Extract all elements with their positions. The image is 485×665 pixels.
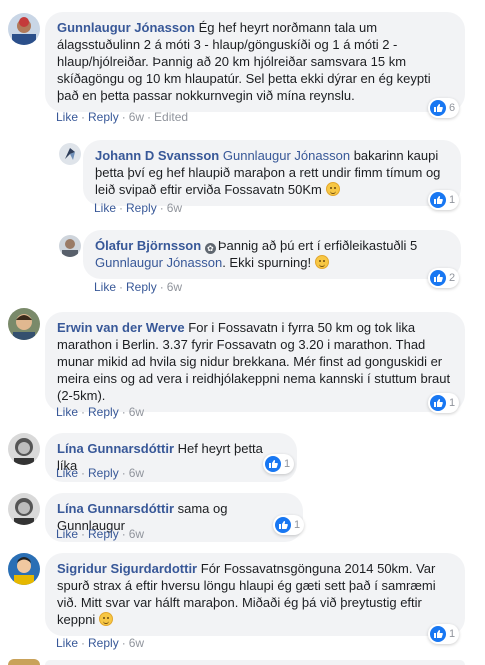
separator: ·	[119, 201, 124, 215]
timestamp[interactable]: 6w	[129, 527, 144, 541]
comment-bubble: Sigridur Sigurdardottir Fór Fossavatnsgö…	[45, 553, 465, 636]
comment-author[interactable]: Sigridur Sigurdardottir	[57, 561, 197, 576]
reaction-number: 1	[284, 458, 291, 470]
separator: ·	[119, 280, 124, 294]
reaction-count[interactable]: 1	[428, 624, 460, 644]
smile-emoji-icon	[325, 182, 340, 196]
reply-button[interactable]: Reply	[88, 466, 119, 480]
separator: ·	[147, 110, 152, 124]
separator: ·	[81, 466, 86, 480]
separator: ·	[81, 110, 86, 124]
smile-emoji-icon	[98, 612, 113, 626]
edited-label[interactable]: Edited	[154, 110, 188, 124]
comment-author[interactable]: Erwin van der Werve	[57, 320, 185, 335]
separator: ·	[81, 636, 86, 650]
comment-text: Þannig að þú ert í erfiðleikastuðli 5	[217, 238, 418, 253]
separator: ·	[121, 405, 126, 419]
comment-bubble: Johann D Svansson Gunnlaugur Jónasson ba…	[83, 140, 461, 206]
timestamp[interactable]: 6w	[129, 636, 144, 650]
reaction-number: 1	[449, 397, 456, 409]
reaction-count[interactable]: 2	[428, 268, 460, 288]
comment-actions: Like · Reply · 6w	[56, 405, 144, 419]
comment-actions: Like · Reply · 6w	[56, 527, 144, 541]
like-reaction-icon	[430, 100, 446, 116]
next-comment-bubble	[45, 660, 465, 665]
like-reaction-icon	[430, 192, 446, 208]
reaction-count[interactable]: 1	[273, 515, 305, 535]
reaction-count[interactable]: 1	[428, 393, 460, 413]
comment-author[interactable]: Gunnlaugur Jónasson	[57, 20, 195, 35]
reply-button[interactable]: Reply	[88, 636, 119, 650]
reaction-number: 1	[449, 628, 456, 640]
timestamp[interactable]: 6w	[167, 201, 182, 215]
timestamp[interactable]: 6w	[129, 405, 144, 419]
avatar[interactable]	[8, 493, 40, 525]
separator: ·	[121, 636, 126, 650]
like-reaction-icon	[430, 395, 446, 411]
avatar[interactable]	[8, 13, 40, 45]
next-comment-avatar	[8, 659, 40, 665]
like-button[interactable]: Like	[56, 527, 78, 541]
comment-text-end: . Ekki spurning!	[222, 255, 312, 270]
separator: ·	[121, 110, 126, 124]
reaction-count[interactable]: 1	[263, 454, 295, 474]
mention-link[interactable]: Gunnlaugur Jónasson	[95, 255, 222, 270]
comment-author[interactable]: Johann D Svansson	[95, 148, 219, 163]
reaction-number: 6	[449, 102, 456, 114]
timestamp[interactable]: 6w	[129, 110, 144, 124]
comment-bubble: Erwin van der Werve For i Fossavatn i fy…	[45, 312, 465, 412]
comment-bubble: Gunnlaugur Jónasson Ég hef heyrt norðman…	[45, 12, 465, 112]
comment-actions: Like · Reply · 6w	[94, 201, 182, 215]
reaction-count[interactable]: 6	[428, 98, 460, 118]
badge-icon: ✿	[204, 243, 216, 254]
avatar[interactable]	[59, 235, 81, 257]
avatar[interactable]	[59, 143, 81, 165]
reply-button[interactable]: Reply	[88, 405, 119, 419]
like-button[interactable]: Like	[56, 636, 78, 650]
like-button[interactable]: Like	[94, 201, 116, 215]
comment-author[interactable]: Lína Gunnarsdóttir	[57, 501, 174, 516]
comment-actions: Like · Reply · 6w	[56, 466, 144, 480]
comment-actions: Like · Reply · 6w	[56, 636, 144, 650]
avatar[interactable]	[8, 553, 40, 585]
reply-button[interactable]: Reply	[88, 527, 119, 541]
like-reaction-icon	[265, 456, 281, 472]
separator: ·	[159, 280, 164, 294]
comment-author[interactable]: Lína Gunnarsdóttir	[57, 441, 174, 456]
reply-button[interactable]: Reply	[88, 110, 119, 124]
reply-arrow-icon	[38, 150, 52, 164]
like-button[interactable]: Like	[56, 466, 78, 480]
reply-button[interactable]: Reply	[126, 201, 157, 215]
reaction-number: 2	[449, 272, 456, 284]
separator: ·	[121, 527, 126, 541]
smile-emoji-icon	[314, 255, 329, 269]
comment-author[interactable]: Ólafur Björnsson	[95, 238, 201, 253]
reaction-number: 1	[294, 519, 301, 531]
reply-button[interactable]: Reply	[126, 280, 157, 294]
comment-bubble: Ólafur Björnsson ✿ Þannig að þú ert í erf…	[83, 230, 461, 279]
like-button[interactable]: Like	[56, 405, 78, 419]
like-reaction-icon	[430, 270, 446, 286]
avatar[interactable]	[8, 433, 40, 465]
reaction-number: 1	[449, 194, 456, 206]
like-reaction-icon	[275, 517, 291, 533]
separator: ·	[121, 466, 126, 480]
like-reaction-icon	[430, 626, 446, 642]
comment-actions: Like · Reply · 6w	[94, 280, 182, 294]
separator: ·	[159, 201, 164, 215]
like-button[interactable]: Like	[94, 280, 116, 294]
like-button[interactable]: Like	[56, 110, 78, 124]
reaction-count[interactable]: 1	[428, 190, 460, 210]
separator: ·	[81, 527, 86, 541]
mention-link[interactable]: Gunnlaugur Jónasson	[223, 148, 350, 163]
timestamp[interactable]: 6w	[129, 466, 144, 480]
comment-actions: Like · Reply · 6w · Edited	[56, 110, 188, 124]
separator: ·	[81, 405, 86, 419]
avatar[interactable]	[8, 308, 40, 340]
timestamp[interactable]: 6w	[167, 280, 182, 294]
